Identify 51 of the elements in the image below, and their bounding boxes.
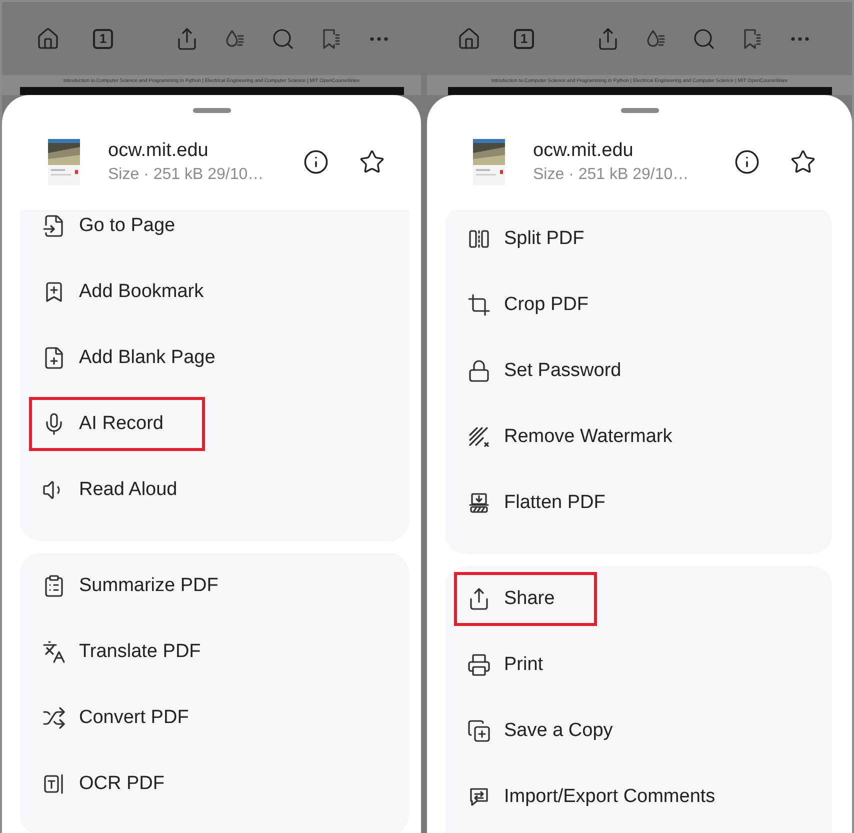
menu-item[interactable]: Summarize PDF: [20, 553, 409, 619]
menu-item[interactable]: Split PDF: [445, 210, 832, 272]
checklist-icon: [42, 574, 66, 598]
file-arrow-icon: [42, 214, 66, 238]
menu-item[interactable]: Save a Copy: [445, 698, 832, 764]
crop-icon: [467, 293, 491, 317]
diagonal-lines-icon: [467, 425, 491, 449]
menu-item[interactable]: Remove Watermark: [445, 404, 832, 470]
menu-item[interactable]: Import/Export Comments: [445, 764, 832, 830]
copy-plus-icon: [467, 719, 491, 743]
info-icon[interactable]: [734, 148, 760, 174]
page-number[interactable]: 1: [93, 28, 113, 48]
menu-item[interactable]: Set Password: [445, 338, 832, 404]
split-columns-icon: [467, 227, 491, 251]
file-name: ocw.mit.edu: [108, 140, 210, 162]
home-icon[interactable]: [36, 26, 60, 50]
menu-item[interactable]: Share: [445, 566, 832, 632]
file-plus-icon: [42, 346, 66, 370]
share-icon[interactable]: [596, 26, 620, 50]
shuffle-icon: [42, 706, 66, 730]
share-icon[interactable]: [175, 26, 199, 50]
menu-item[interactable]: Crop PDF: [445, 272, 832, 338]
star-icon[interactable]: [790, 148, 816, 174]
lock-icon: [467, 359, 491, 383]
menu-item[interactable]: OCR PDF: [20, 751, 409, 817]
drag-handle[interactable]: [192, 108, 230, 113]
menu-item[interactable]: Add Bookmark: [20, 259, 409, 325]
printer-icon: [467, 653, 491, 677]
drag-handle[interactable]: [620, 108, 658, 113]
menu-item[interactable]: Convert PDF: [20, 685, 409, 751]
menu-item[interactable]: Translate PDF: [20, 619, 409, 685]
menu-item[interactable]: Go to Page: [20, 210, 409, 259]
flatten-icon: [467, 491, 491, 515]
page-number[interactable]: 1: [514, 28, 534, 48]
text-scan-icon: [42, 772, 66, 796]
comment-arrows-icon: [467, 785, 491, 809]
file-info: Size · 251 kB 29/10…: [108, 166, 265, 184]
translate-icon: [42, 640, 66, 664]
star-icon[interactable]: [359, 148, 385, 174]
menu-item[interactable]: Read Aloud: [20, 457, 409, 523]
file-info: Size · 251 kB 29/10…: [533, 166, 690, 184]
search-icon[interactable]: [692, 26, 716, 50]
menu-item[interactable]: AI Record: [20, 391, 409, 457]
menu-item[interactable]: Add Blank Page: [20, 325, 409, 391]
menu-item[interactable]: Print: [445, 632, 832, 698]
file-name: ocw.mit.edu: [533, 140, 634, 162]
share-icon: [467, 587, 491, 611]
search-icon[interactable]: [271, 26, 295, 50]
menu-item[interactable]: Flatten PDF: [445, 470, 832, 536]
home-icon[interactable]: [457, 26, 481, 50]
info-icon[interactable]: [303, 148, 329, 174]
